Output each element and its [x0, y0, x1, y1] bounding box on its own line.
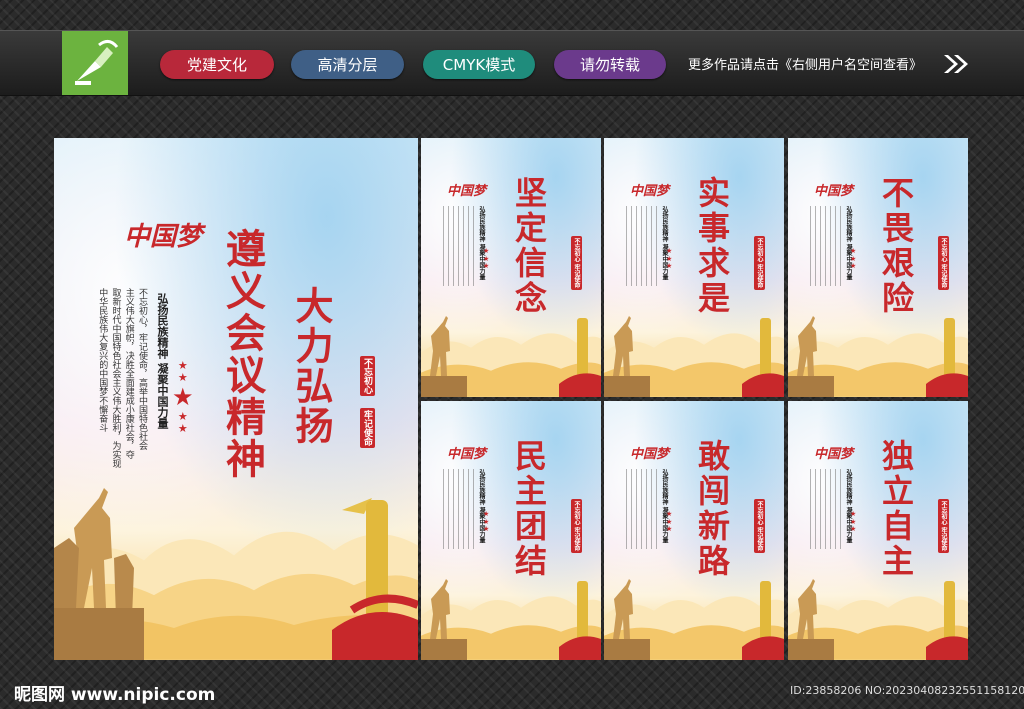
soldier-statue-icon: [788, 579, 834, 660]
monument-icon: [742, 318, 784, 397]
tag-hd-layered[interactable]: 高清分层: [291, 50, 404, 79]
body-line: 不忘初心，牢记使命，高举中国特色社会: [137, 288, 147, 450]
soldier-statue-icon: [421, 579, 467, 660]
soldier-statue-icon: [604, 579, 650, 660]
seal-remember: 不忘初心 牢记使命: [571, 499, 582, 554]
app-logo[interactable]: [62, 31, 128, 95]
poster-title: 民主团结: [510, 439, 548, 579]
china-dream-logo: 中国梦: [630, 184, 670, 199]
body-text-lines: [443, 206, 475, 286]
china-dream-logo: 中国梦: [814, 447, 854, 462]
seal-remember: 不忘初心: [360, 356, 375, 396]
body-line: 取新时代中国特色社会主义伟大胜利，为实现: [110, 288, 121, 468]
star-divider: ★ ★ ★: [850, 510, 857, 534]
star-divider: ★ ★ ★: [666, 510, 673, 534]
small-poster: 中国梦 实事求是 弘扬民族精神 凝聚中国力量 ★ ★ ★ 不忘初心 牢记使命: [604, 138, 784, 397]
body-text-lines: [810, 206, 842, 286]
soldier-statue-icon: [54, 488, 144, 660]
tag-no-repost[interactable]: 请勿转载: [554, 50, 666, 79]
body-line: 中华民族伟大复兴的中国梦不懈奋斗: [97, 288, 108, 432]
image-id: ID:23858206 NO:20230408232551158120: [790, 684, 1024, 697]
small-poster: 中国梦 不畏艰险 弘扬民族精神 凝聚中国力量 ★ ★ ★ 不忘初心 牢记使命: [788, 138, 968, 397]
slogan-bold: 弘扬民族精神 凝聚中国力量: [478, 206, 485, 281]
main-title: 遵义会议精神: [219, 228, 266, 480]
seal-remember: 不忘初心 牢记使命: [754, 236, 765, 291]
double-arrow-icon[interactable]: [942, 52, 970, 76]
poster-title: 坚定信念: [510, 176, 548, 316]
slogan-bold: 弘扬民族精神 凝聚中国力量: [478, 469, 485, 544]
small-poster: 中国梦 敢闯新路 弘扬民族精神 凝聚中国力量 ★ ★ ★ 不忘初心 牢记使命: [604, 401, 784, 660]
seal-remember: 不忘初心 牢记使命: [571, 236, 582, 291]
poster-title: 敢闯新路: [693, 439, 731, 579]
soldier-statue-icon: [421, 316, 467, 397]
monument-icon: [559, 581, 601, 660]
monument-icon: [332, 498, 418, 660]
soldier-statue-icon: [788, 316, 834, 397]
monument-icon: [559, 318, 601, 397]
china-dream-logo: 中国梦: [447, 447, 487, 462]
slogan-bold: 弘扬民族精神 凝聚中国力量: [845, 469, 852, 544]
star-divider: ★ ★ ★: [666, 247, 673, 271]
small-poster: 中国梦 独立自主 弘扬民族精神 凝聚中国力量 ★ ★ ★ 不忘初心 牢记使命: [788, 401, 968, 660]
main-subtitle: 大力弘扬: [289, 286, 334, 446]
slogan-bold: 弘扬民族精神 凝聚中国力量: [661, 469, 668, 544]
poster-title: 独立自主: [877, 439, 915, 579]
small-poster: 中国梦 坚定信念 弘扬民族精神 凝聚中国力量 ★ ★ ★ 不忘初心 牢记使命: [421, 138, 601, 397]
soldier-statue-icon: [604, 316, 650, 397]
star-divider: ★ ★ ★: [483, 510, 490, 534]
site-watermark: 昵图网 www.nipic.com: [14, 685, 216, 705]
poster-title: 实事求是: [693, 176, 731, 316]
small-poster: 中国梦 民主团结 弘扬民族精神 凝聚中国力量 ★ ★ ★ 不忘初心 牢记使命: [421, 401, 601, 660]
body-line: 主义伟大旗帜，决胜全面建成小康社会，夺: [123, 288, 134, 459]
star-divider: ★ ★ ★: [483, 247, 490, 271]
seal-remember: 不忘初心 牢记使命: [938, 499, 949, 554]
slogan-bold: 弘扬民族精神 凝聚中国力量: [845, 206, 852, 281]
body-text-lines: [626, 206, 658, 286]
china-dream-logo: 中国梦: [447, 184, 487, 199]
poster-title: 不畏艰险: [877, 176, 915, 316]
body-text-lines: [810, 469, 842, 549]
star-divider: ★ ★ ★: [850, 247, 857, 271]
body-text: 不忘初心，牢记使命，高举中国特色社会 主义伟大旗帜，决胜全面建成小康社会，夺 取…: [96, 288, 147, 478]
tag-party-culture[interactable]: 党建文化: [160, 50, 274, 79]
pen-logo-icon: [75, 40, 119, 85]
body-text-lines: [626, 469, 658, 549]
star-divider: ★ ★ ★ ★ ★: [172, 359, 194, 435]
main-poster: 中国梦 遵义会议精神 大力弘扬 弘扬民族精神 凝聚中国力量 不忘初心，牢记使命，…: [54, 138, 418, 660]
china-dream-logo: 中国梦: [124, 222, 203, 252]
body-text-lines: [443, 469, 475, 549]
monument-icon: [926, 581, 968, 660]
seal-remember: 不忘初心 牢记使命: [938, 236, 949, 291]
china-dream-logo: 中国梦: [814, 184, 854, 199]
china-dream-logo: 中国梦: [630, 447, 670, 462]
seal-remember: 不忘初心 牢记使命: [754, 499, 765, 554]
slogan-bold: 弘扬民族精神 凝聚中国力量: [661, 206, 668, 281]
tag-cmyk[interactable]: CMYK模式: [423, 50, 535, 79]
seal-mission: 牢记使命: [360, 408, 375, 448]
monument-icon: [926, 318, 968, 397]
slogan-bold: 弘扬民族精神 凝聚中国力量: [156, 293, 169, 429]
more-works-notice[interactable]: 更多作品请点击《右侧用户名空间查看》: [688, 54, 922, 73]
monument-icon: [742, 581, 784, 660]
